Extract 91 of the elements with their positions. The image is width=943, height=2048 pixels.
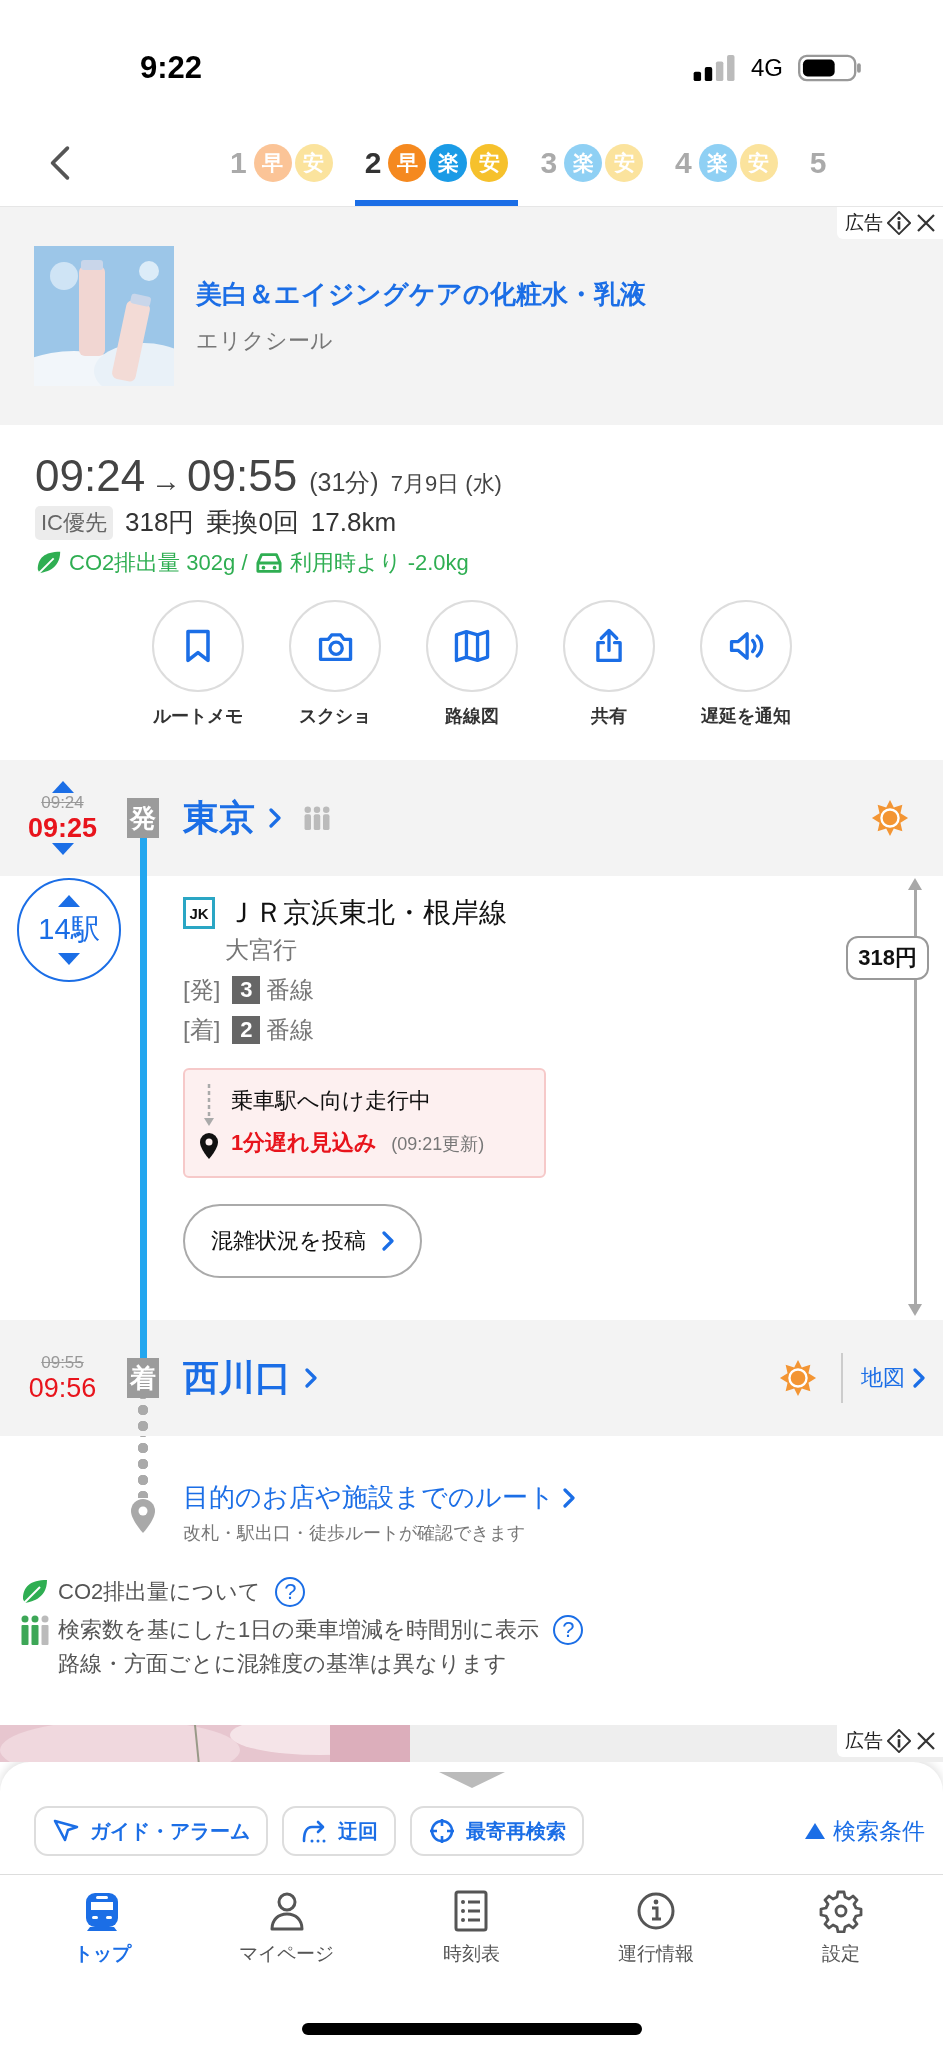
sun-icon [779, 1359, 817, 1397]
car-icon [253, 550, 284, 576]
ad-advertiser: エリクシール [196, 326, 334, 355]
scheduled-time: 09:24 [41, 793, 84, 813]
chevron-right-icon [382, 1231, 394, 1251]
location-pin-icon [130, 1498, 156, 1534]
dotted-arrow-icon [203, 1084, 215, 1128]
arrow-symbol: → [151, 464, 182, 498]
arrival-marker: 着 [127, 1358, 159, 1398]
tab-bar-item[interactable]: マイページ [194, 1889, 380, 1967]
note-text: CO2排出量について [58, 1578, 262, 1606]
action-button[interactable]: ルートメモ [129, 600, 266, 728]
tool-button[interactable]: 迂回 [282, 1806, 396, 1856]
note-text: 検索数を基にした1日の乗車増減を時間別に表示 [58, 1616, 540, 1644]
platform-suffix: 番線 [266, 975, 315, 1005]
station-link[interactable]: 東京 [183, 793, 281, 843]
chevron-right-icon [913, 1368, 925, 1388]
expand-up-icon[interactable] [58, 895, 80, 907]
stop-count-button[interactable]: 14駅 [17, 878, 121, 982]
note-text: 路線・方面ごとに混雑度の基準は異なります [58, 1650, 507, 1678]
arrive-time: 09:55 [187, 451, 298, 501]
search-conditions-button[interactable]: 検索条件 [805, 1815, 925, 1847]
segment-fare: 318円 [846, 936, 929, 980]
fare: 318円 [125, 506, 195, 539]
distance: 17.8km [310, 507, 397, 538]
signal-icon [693, 55, 737, 81]
collapse-handle[interactable] [438, 1772, 505, 1788]
action-button[interactable]: 路線図 [403, 600, 540, 728]
help-button[interactable]: ? [553, 1615, 584, 1645]
chevron-right-icon [305, 1368, 317, 1388]
depart-time: 09:24 [35, 451, 146, 501]
delay-estimate: 1分遅れ見込み [231, 1129, 378, 1157]
post-crowding-button[interactable]: 混雑状況を投稿 [183, 1204, 422, 1278]
tool-button[interactable]: ガイド・アラーム [34, 1806, 268, 1856]
triangle-up-icon [805, 1823, 825, 1839]
walking-route-hint: 改札・駅出口・徒歩ルートが確認できます [183, 1522, 526, 1545]
direction: 大宮行 [225, 935, 298, 965]
tab-bar-item[interactable]: 時刻表 [379, 1889, 564, 1967]
crosshair-icon [428, 1817, 456, 1845]
action-button[interactable]: 共有 [540, 600, 677, 728]
crowd-icon [303, 806, 331, 830]
line-name: ＪＲ京浜東北・根岸線 [227, 896, 507, 930]
leaf-icon [35, 549, 63, 577]
ad-label: 広告 [845, 211, 883, 235]
platform-label: [発] [183, 975, 221, 1005]
pin-icon [199, 1132, 219, 1160]
battery-icon [797, 54, 863, 82]
platform-number: 2 [232, 1016, 261, 1044]
platform-suffix: 番線 [266, 1015, 315, 1045]
crowd-icon [20, 1615, 50, 1645]
clock-time: 9:22 [140, 49, 203, 87]
sun-icon [871, 799, 909, 837]
close-icon[interactable] [915, 212, 937, 234]
duration: (31分) [309, 467, 379, 498]
info-icon[interactable] [887, 211, 911, 235]
tab-bar-item[interactable]: 設定 [748, 1889, 933, 1967]
earlier-arrow-icon[interactable] [51, 781, 74, 793]
platform-number: 3 [232, 976, 261, 1004]
chevron-right-icon [563, 1487, 575, 1508]
ad-title: 美白＆エイジングケアの化粧水・乳液 [196, 277, 646, 311]
station-link[interactable]: 西川口 [183, 1353, 317, 1403]
travel-date: 7月9日 (水) [390, 470, 502, 498]
car-comparison: 利用時より -2.0kg [289, 549, 469, 577]
co2-emission: CO2排出量 302g / [69, 549, 248, 577]
network-type: 4G [751, 54, 783, 82]
platform-label: [着] [183, 1015, 221, 1045]
actual-time: 09:56 [28, 1373, 97, 1403]
scheduled-time: 09:55 [41, 1353, 84, 1373]
actual-time: 09:25 [27, 813, 98, 843]
ad-label: 広告 [845, 1729, 883, 1753]
close-icon[interactable] [915, 1730, 937, 1752]
later-arrow-icon[interactable] [51, 843, 74, 855]
action-button[interactable]: スクショ [266, 600, 403, 728]
status-text: 乗車駅へ向け走行中 [231, 1087, 432, 1115]
tab-bar-item[interactable]: トップ [10, 1889, 195, 1967]
update-time: (09:21更新) [391, 1133, 485, 1156]
fare-type-tag: IC優先 [35, 505, 113, 540]
tab-bar-item[interactable]: 運行情報 [563, 1889, 749, 1967]
walking-route-link[interactable]: 目的のお店や施設までのルート [183, 1480, 943, 1515]
chevron-right-icon [269, 808, 281, 828]
tool-button[interactable]: 最寄再検索 [410, 1806, 584, 1856]
settings-icon [818, 1889, 863, 1933]
back-icon [49, 145, 71, 181]
map-link[interactable]: 地図 [861, 1363, 925, 1393]
departure-marker: 発 [127, 798, 159, 838]
action-button[interactable]: 遅延を通知 [677, 600, 814, 728]
expand-down-icon[interactable] [58, 953, 80, 965]
chevron-down-icon [438, 1772, 505, 1788]
transfer-count: 乗換0回 [206, 506, 299, 539]
info-icon[interactable] [887, 1729, 911, 1753]
help-button[interactable]: ? [275, 1577, 306, 1607]
